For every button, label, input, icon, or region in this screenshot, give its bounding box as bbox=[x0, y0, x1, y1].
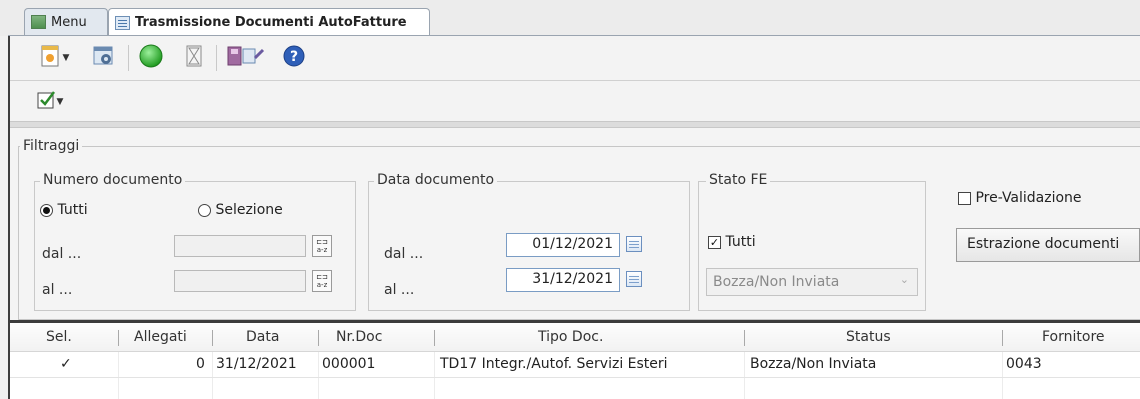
grid-column-line bbox=[212, 352, 213, 399]
lookup-icon: ⊏⊐ bbox=[316, 238, 328, 246]
radio-selezione[interactable]: Selezione bbox=[198, 202, 283, 218]
help-icon: ? bbox=[283, 45, 305, 71]
stato-combo[interactable]: Bozza/Non Inviata ⌄ bbox=[706, 268, 918, 296]
estrazione-documenti-button[interactable]: Estrazione documenti bbox=[956, 228, 1140, 262]
radio-tutti-label: Tutti bbox=[57, 202, 88, 218]
checkbox-checked-icon bbox=[37, 90, 57, 114]
column-separator[interactable] bbox=[118, 330, 119, 346]
radio-tutti-circle[interactable] bbox=[40, 203, 53, 217]
numero-dal-az-label: a-z bbox=[316, 246, 328, 254]
column-header-tipodoc[interactable]: Tipo Doc. bbox=[538, 329, 603, 345]
select-all-dropdown-button[interactable]: ▼ bbox=[30, 89, 70, 115]
stato-fe-title: Stato FE bbox=[706, 172, 771, 188]
radio-selezione-circle[interactable] bbox=[198, 203, 211, 217]
data-al-input[interactable]: 31/12/2021 bbox=[506, 268, 620, 292]
data-dal-input[interactable]: 01/12/2021 bbox=[506, 233, 620, 257]
prevalidazione-label: Pre-Validazione bbox=[975, 190, 1082, 206]
data-al-label: al ... bbox=[384, 282, 415, 298]
numero-al-lookup-button[interactable]: ⊏⊐ a-z bbox=[312, 270, 332, 292]
new-dropdown-icon bbox=[39, 44, 63, 72]
tab-trasmissione-label: Trasmissione Documenti AutoFatture bbox=[135, 15, 407, 30]
radio-selezione-label: Selezione bbox=[215, 202, 283, 218]
column-header-status[interactable]: Status bbox=[846, 329, 891, 345]
svg-text:?: ? bbox=[290, 49, 298, 65]
row-fornitore: 0043 bbox=[1006, 356, 1042, 372]
numero-dal-label: dal ... bbox=[42, 246, 82, 262]
numero-al-label: al ... bbox=[42, 282, 73, 298]
hourglass-button[interactable] bbox=[182, 44, 206, 72]
filtraggi-title: Filtraggi bbox=[20, 138, 83, 154]
calendar-dal-button[interactable] bbox=[626, 236, 642, 252]
tab-trasmissione[interactable]: Trasmissione Documenti AutoFatture bbox=[108, 8, 430, 36]
export-icon bbox=[226, 44, 266, 72]
chevron-down-icon: ⌄ bbox=[899, 273, 909, 286]
chevron-down-icon: ▼ bbox=[62, 53, 70, 63]
column-separator[interactable] bbox=[434, 330, 435, 346]
export-button[interactable] bbox=[224, 44, 268, 72]
numero-dal-lookup-button[interactable]: ⊏⊐ a-z bbox=[312, 235, 332, 257]
column-separator[interactable] bbox=[744, 330, 745, 346]
grid-column-line bbox=[1002, 352, 1003, 399]
radio-tutti[interactable]: Tutti bbox=[40, 202, 88, 218]
settings-button[interactable] bbox=[90, 44, 118, 72]
data-dal-label: dal ... bbox=[384, 246, 424, 262]
hourglass-icon bbox=[185, 45, 203, 71]
row-data: 31/12/2021 bbox=[216, 356, 297, 372]
prevalidazione-checkbox[interactable]: Pre-Validazione bbox=[958, 190, 1082, 206]
prevalidazione-box[interactable] bbox=[958, 191, 971, 205]
green-circle-icon bbox=[138, 43, 164, 73]
row-status: Bozza/Non Inviata bbox=[750, 356, 877, 372]
numero-dal-input[interactable] bbox=[174, 235, 306, 257]
toolbar-separator bbox=[216, 45, 217, 71]
grid-column-line bbox=[118, 352, 119, 399]
grid-column-line bbox=[318, 352, 319, 399]
row-tipodoc: TD17 Integr./Autof. Servizi Esteri bbox=[440, 356, 668, 372]
tab-menu[interactable]: Menu bbox=[24, 8, 108, 35]
lookup-icon: ⊏⊐ bbox=[316, 273, 328, 281]
tab-menu-label: Menu bbox=[51, 14, 87, 30]
row-nrdoc: 000001 bbox=[322, 356, 376, 372]
column-header-sel[interactable]: Sel. bbox=[46, 329, 72, 345]
chevron-down-icon: ▼ bbox=[56, 97, 64, 107]
stato-tutti-box[interactable]: ✓ bbox=[708, 235, 721, 249]
help-button[interactable]: ? bbox=[280, 44, 308, 72]
stato-tutti-label: Tutti bbox=[725, 234, 756, 250]
column-separator[interactable] bbox=[1002, 330, 1003, 346]
numero-al-az-label: a-z bbox=[316, 281, 328, 289]
grid-column-line bbox=[744, 352, 745, 399]
data-documento-title: Data documento bbox=[374, 172, 498, 188]
panel-splitter bbox=[10, 121, 1140, 128]
new-dropdown-button[interactable]: ▼ bbox=[32, 44, 76, 72]
numero-al-input[interactable] bbox=[174, 270, 306, 292]
stato-combo-value: Bozza/Non Inviata bbox=[713, 274, 840, 290]
column-header-fornitore[interactable]: Fornitore bbox=[1042, 329, 1105, 345]
main-toolbar: ▼ ? bbox=[10, 36, 1140, 80]
grid-column-line bbox=[434, 352, 435, 399]
stato-tutti-checkbox[interactable]: ✓ Tutti bbox=[708, 234, 756, 250]
numero-documento-title: Numero documento bbox=[40, 172, 186, 188]
calendar-al-button[interactable] bbox=[626, 271, 642, 287]
row-sel-check[interactable]: ✓ bbox=[60, 356, 72, 372]
menu-icon bbox=[31, 15, 46, 29]
settings-icon bbox=[92, 44, 116, 72]
tab-strip: Menu Trasmissione Documenti AutoFatture bbox=[0, 0, 1140, 36]
grid-row-line bbox=[10, 377, 1140, 378]
column-header-allegati[interactable]: Allegati bbox=[134, 329, 187, 345]
selection-toolbar: ▼ bbox=[10, 81, 1140, 121]
column-separator[interactable] bbox=[318, 330, 319, 346]
toolbar-separator bbox=[128, 45, 129, 71]
row-allegati: 0 bbox=[196, 356, 205, 372]
column-header-data[interactable]: Data bbox=[246, 329, 279, 345]
column-separator[interactable] bbox=[212, 330, 213, 346]
start-button[interactable] bbox=[136, 44, 166, 72]
column-header-nrdoc[interactable]: Nr.Doc bbox=[336, 329, 382, 345]
document-list-icon bbox=[115, 15, 130, 30]
